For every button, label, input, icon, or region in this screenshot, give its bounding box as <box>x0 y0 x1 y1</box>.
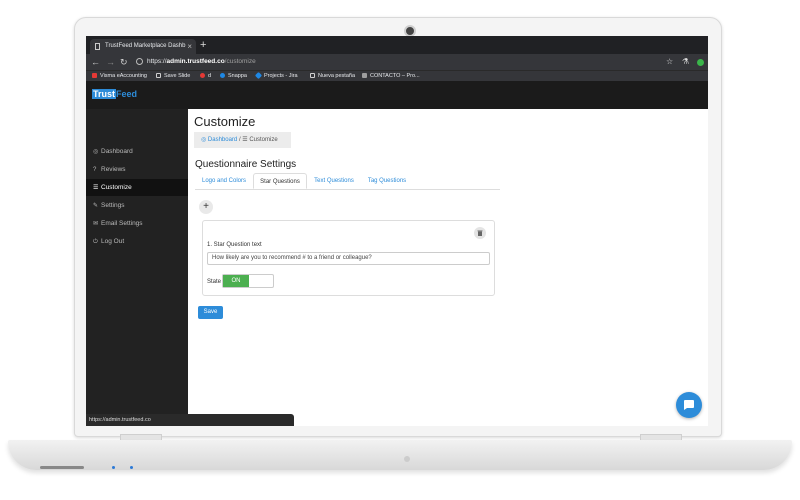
laptop-base <box>8 440 792 470</box>
page-icon <box>310 73 315 78</box>
wrench-icon: ✎ <box>93 203 99 209</box>
bookmark-label: Projects - Jira <box>264 73 298 79</box>
sidebar-item-log-out[interactable]: ⏻ Log Out <box>86 233 188 250</box>
browser-tabbar: TrustFeed Marketplace Dashb × + <box>86 36 708 54</box>
bookmark-item[interactable]: Visma eAccounting <box>92 71 147 81</box>
breadcrumb-current: Customize <box>249 137 278 143</box>
bookmark-favicon-icon <box>220 73 225 78</box>
laptop-led-icon <box>130 466 133 469</box>
url-host: admin.trustfeed.co <box>166 58 225 65</box>
page-icon <box>95 43 100 50</box>
bookmark-favicon-icon <box>92 73 97 78</box>
close-icon[interactable]: × <box>187 39 192 54</box>
laptop-notch <box>404 456 410 462</box>
sidebar-item-customize[interactable]: ☰ Customize <box>86 179 188 196</box>
bookmark-favicon-icon <box>200 73 205 78</box>
sidebar: ◎ Dashboard ? Reviews ☰ Customize ✎ Settings… <box>86 109 188 426</box>
questionnaire-tabs: Logo and Colors Star Questions Text Ques… <box>195 173 500 190</box>
tab-star-questions[interactable]: Star Questions <box>253 173 307 189</box>
trash-icon <box>477 230 483 236</box>
main-content: Customize ◎ Dashboard / ☰ Customize Ques… <box>188 109 708 426</box>
question-text-input[interactable]: How likely are you to recommend # to a f… <box>207 252 490 265</box>
bookmark-item[interactable]: CONTACTO – Pro... <box>362 71 420 81</box>
question-label: 1. Star Question text <box>207 242 262 248</box>
bookmark-label: Visma eAccounting <box>100 73 147 79</box>
question-card: 1. Star Question text How likely are you… <box>202 220 495 296</box>
toggle-on-label: ON <box>223 275 249 287</box>
state-label: State <box>207 279 222 285</box>
browser-tab-title: TrustFeed Marketplace Dashb <box>105 43 186 49</box>
breadcrumb-separator: / <box>238 137 241 143</box>
sidebar-item-label: Log Out <box>101 238 125 245</box>
chat-bubble-icon <box>684 400 694 410</box>
url-scheme: https:// <box>147 58 167 65</box>
laptop-screen: TrustFeed Marketplace Dashb × + ← → ↻ ht… <box>86 36 708 426</box>
forward-icon[interactable]: → <box>106 56 115 68</box>
logo-trust: Trust <box>92 89 117 99</box>
bookmark-item[interactable]: d <box>200 71 211 81</box>
info-icon[interactable] <box>136 58 143 65</box>
laptop-port <box>40 466 84 469</box>
sidebar-item-reviews[interactable]: ? Reviews <box>86 161 188 178</box>
app-header: TrustFeed <box>86 81 708 109</box>
bookmark-label: CONTACTO – Pro... <box>370 73 420 79</box>
breadcrumb-home[interactable]: ◎ Dashboard <box>201 137 237 143</box>
dashboard-icon: ◎ <box>201 137 208 143</box>
sidebar-item-dashboard[interactable]: ◎ Dashboard <box>86 143 188 160</box>
tab-tag-questions[interactable]: Tag Questions <box>361 173 413 189</box>
sidebar-item-label: Email Settings <box>101 220 143 227</box>
add-question-button[interactable]: + <box>199 200 213 214</box>
browser-toolbar: ← → ↻ https://admin.trustfeed.co/customi… <box>86 54 708 70</box>
trustfeed-logo[interactable]: TrustFeed <box>92 89 137 100</box>
bookmark-favicon-icon <box>362 73 367 78</box>
tab-logo-and-colors[interactable]: Logo and Colors <box>195 173 253 189</box>
bookmark-item[interactable]: Projects - Jira <box>254 71 298 81</box>
new-tab-button[interactable]: + <box>200 39 206 52</box>
bookmark-label: Snappa <box>228 73 247 79</box>
reload-icon[interactable]: ↻ <box>120 56 128 68</box>
sidebar-item-settings[interactable]: ✎ Settings <box>86 197 188 214</box>
bookmark-item[interactable]: Snappa <box>220 71 247 81</box>
sidebar-item-label: Settings <box>101 202 125 209</box>
sliders-icon: ☰ <box>93 185 99 191</box>
sidebar-item-label: Customize <box>101 184 132 191</box>
sidebar-item-label: Reviews <box>101 166 126 173</box>
logo-feed: Feed <box>116 89 138 99</box>
dashboard-icon: ◎ <box>93 149 99 155</box>
url-path: /customize <box>224 58 256 65</box>
bookmark-label: Save Slide <box>164 73 191 79</box>
page-title: Customize <box>194 114 256 129</box>
back-icon[interactable]: ← <box>91 56 100 68</box>
page-icon <box>156 73 161 78</box>
bookmark-item[interactable]: Save Slide <box>156 71 190 81</box>
question-icon: ? <box>93 167 97 173</box>
tab-text-questions[interactable]: Text Questions <box>307 173 361 189</box>
bookmark-label: Nueva pestaña <box>318 73 355 79</box>
delete-question-button[interactable] <box>474 227 486 239</box>
browser-tab[interactable]: TrustFeed Marketplace Dashb × <box>90 39 196 54</box>
sidebar-item-label: Dashboard <box>101 148 133 155</box>
jira-icon <box>254 71 263 80</box>
laptop-led-icon <box>112 466 115 469</box>
save-button[interactable]: Save <box>198 306 223 319</box>
extension-icon[interactable]: ⚗ <box>682 56 689 68</box>
address-bar[interactable]: https://admin.trustfeed.co/customize <box>147 57 256 67</box>
sidebar-item-email-settings[interactable]: ✉ Email Settings <box>86 215 188 232</box>
star-icon[interactable]: ☆ <box>666 56 673 68</box>
bookmarks-bar: Visma eAccounting Save Slide d Snappa Pr… <box>86 70 708 81</box>
bookmark-label: d <box>208 73 212 79</box>
section-title: Questionnaire Settings <box>195 159 297 170</box>
power-icon: ⏻ <box>93 239 98 245</box>
profile-icon[interactable] <box>697 59 704 66</box>
bookmark-item[interactable]: Nueva pestaña <box>310 71 355 81</box>
breadcrumb: ◎ Dashboard / ☰ Customize <box>194 132 291 148</box>
envelope-icon: ✉ <box>93 221 99 227</box>
chat-button[interactable] <box>676 392 702 418</box>
breadcrumb-home-label: Dashboard <box>207 137 238 143</box>
status-bar-url: https://admin.trustfeed.co <box>86 414 294 426</box>
sliders-icon: ☰ <box>242 137 248 143</box>
state-toggle[interactable]: ON <box>222 274 274 288</box>
